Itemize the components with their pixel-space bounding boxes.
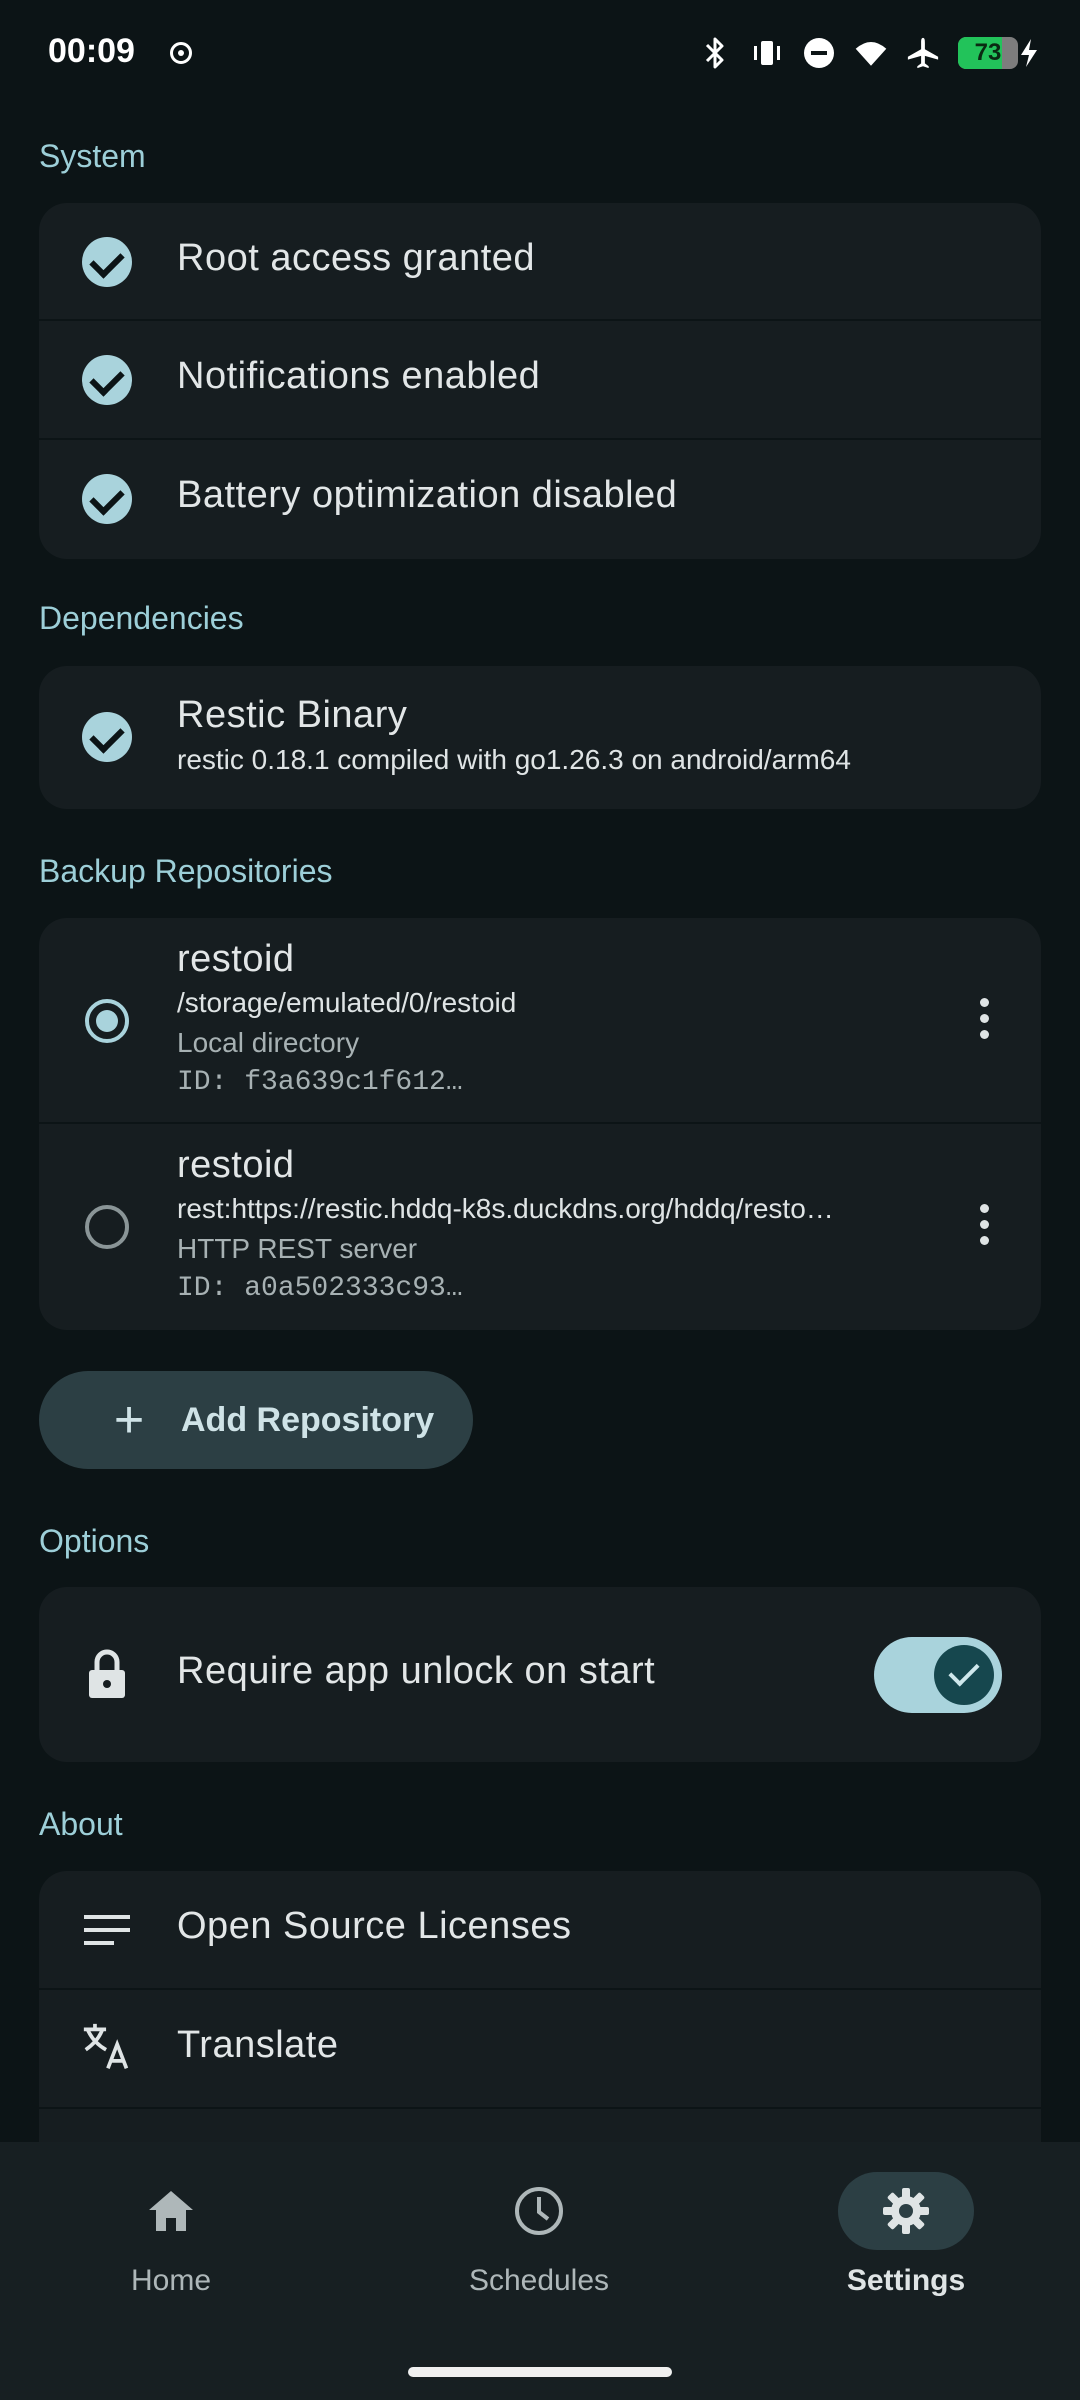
battery-level: 73: [974, 39, 1002, 66]
restic-binary-title: Restic Binary: [177, 694, 408, 736]
nav-item-home[interactable]: Home: [71, 2172, 271, 2298]
more-options-icon[interactable]: [979, 998, 989, 1039]
open-source-licenses-label: Open Source Licenses: [177, 1905, 572, 1947]
repository-id: ID: a0a502333c93…: [177, 1273, 463, 1304]
battery-icon: 73: [958, 37, 1040, 69]
repository-path: /storage/emulated/0/restoid: [177, 987, 517, 1018]
repositories-card: restoid /storage/emulated/0/restoid Loca…: [39, 918, 1041, 1330]
clock-icon: [471, 2172, 607, 2250]
check-circle-icon: [82, 474, 132, 524]
section-title-options: Options: [39, 1523, 150, 1559]
more-options-icon[interactable]: [979, 1204, 989, 1245]
section-title-repositories: Backup Repositories: [39, 853, 333, 889]
nav-label-home: Home: [130, 2264, 212, 2297]
system-item-label: Battery optimization disabled: [177, 474, 678, 516]
gear-icon: [838, 2172, 974, 2250]
section-title-system: System: [39, 138, 146, 174]
status-time: 00:09: [48, 32, 135, 70]
do-not-disturb-icon: [802, 36, 836, 70]
translate-icon: [82, 2022, 132, 2072]
radio-unselected[interactable]: [82, 1202, 132, 1252]
repository-name: restoid: [177, 1144, 295, 1186]
restic-binary-row: Restic Binary restic 0.18.1 compiled wit…: [39, 666, 1041, 809]
airplane-icon: [906, 36, 940, 70]
require-unlock-row[interactable]: Require app unlock on start: [39, 1587, 1041, 1762]
check-circle-icon: [82, 355, 132, 405]
section-title-about: About: [39, 1806, 123, 1842]
nav-item-schedules[interactable]: Schedules: [439, 2172, 639, 2298]
system-item-label: Notifications enabled: [177, 355, 541, 397]
bluetooth-icon: [698, 36, 732, 70]
lock-icon: [82, 1649, 132, 1699]
require-unlock-label: Require app unlock on start: [177, 1650, 656, 1692]
bottom-navigation: Home Schedules Settings: [0, 2142, 1080, 2400]
system-item-root: Root access granted: [39, 203, 1041, 321]
restic-binary-version: restic 0.18.1 compiled with go1.26.3 on …: [177, 744, 851, 775]
system-item-battery: Battery optimization disabled: [39, 440, 1041, 559]
repository-row[interactable]: restoid /storage/emulated/0/restoid Loca…: [39, 918, 1041, 1124]
check-circle-icon: [82, 237, 132, 287]
repository-name: restoid: [177, 938, 295, 980]
repository-path: rest:https://restic.hddq-k8s.duckdns.org…: [177, 1193, 834, 1224]
repository-id: ID: f3a639c1f612…: [177, 1067, 463, 1098]
wifi-icon: [854, 36, 888, 70]
system-item-notifications: Notifications enabled: [39, 321, 1041, 440]
repository-row[interactable]: restoid rest:https://restic.hddq-k8s.duc…: [39, 1124, 1041, 1330]
vibrate-icon: [750, 36, 784, 70]
status-icons: 73: [698, 36, 1040, 70]
add-repository-label: Add Repository: [181, 1400, 435, 1439]
status-bar: 00:09 73: [0, 0, 1080, 110]
system-item-label: Root access granted: [177, 237, 536, 279]
section-title-dependencies: Dependencies: [39, 600, 244, 636]
dependencies-card: Restic Binary restic 0.18.1 compiled wit…: [39, 666, 1041, 809]
nav-label-settings: Settings: [846, 2264, 966, 2297]
about-card: Open Source Licenses Translate: [39, 1871, 1041, 2171]
record-icon: [170, 42, 192, 64]
options-card: Require app unlock on start: [39, 1587, 1041, 1762]
add-repository-button[interactable]: + Add Repository: [39, 1371, 473, 1469]
charging-icon: [1021, 39, 1037, 67]
check-circle-icon: [82, 712, 132, 762]
repository-type: Local directory: [177, 1027, 360, 1058]
home-indicator[interactable]: [408, 2367, 672, 2377]
require-unlock-toggle[interactable]: [874, 1637, 1002, 1713]
system-card: Root access granted Notifications enable…: [39, 203, 1041, 559]
nav-item-settings[interactable]: Settings: [806, 2172, 1006, 2298]
open-source-licenses-row[interactable]: Open Source Licenses: [39, 1871, 1041, 1990]
list-icon: [82, 1905, 132, 1955]
nav-label-schedules: Schedules: [468, 2264, 610, 2297]
home-icon: [103, 2172, 239, 2250]
plus-icon: +: [113, 1391, 145, 1449]
radio-selected[interactable]: [82, 996, 132, 1046]
translate-label: Translate: [177, 2024, 339, 2066]
repository-type: HTTP REST server: [177, 1233, 418, 1264]
translate-row[interactable]: Translate: [39, 1990, 1041, 2109]
